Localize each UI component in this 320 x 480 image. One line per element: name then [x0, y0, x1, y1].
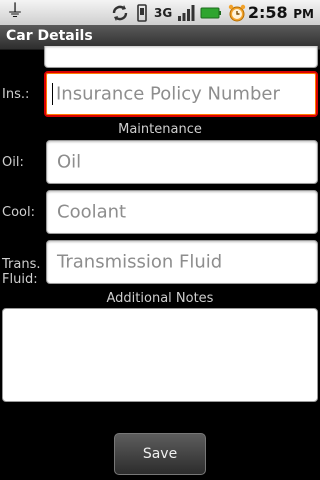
insurance-policy-input[interactable]: Insurance Policy Number	[44, 71, 318, 117]
transmission-label-line2: Fluid:	[2, 272, 38, 287]
save-button[interactable]: Save	[114, 433, 206, 475]
vibrate-icon	[137, 4, 147, 22]
usb-icon: ⏚	[6, 1, 24, 22]
text-cursor	[52, 83, 53, 105]
signal-icon	[178, 5, 195, 21]
coolant-placeholder: Coolant	[57, 201, 127, 223]
transmission-placeholder: Transmission Fluid	[57, 251, 223, 273]
additional-notes-textarea[interactable]	[2, 308, 318, 402]
status-icons: 3G	[110, 2, 247, 24]
coolant-input[interactable]: Coolant	[46, 190, 318, 234]
transmission-fluid-input[interactable]: Transmission Fluid	[46, 240, 318, 284]
coolant-label: Cool:	[2, 205, 35, 220]
alarm-clock-icon	[229, 4, 246, 22]
oil-label: Oil:	[2, 155, 24, 170]
oil-placeholder: Oil	[57, 151, 82, 173]
status-bar: ⏚ 3G 2:58 PM	[0, 0, 320, 25]
notes-heading: Additional Notes	[106, 291, 214, 306]
insurance-label: Ins.:	[2, 87, 30, 102]
previous-field[interactable]	[44, 46, 318, 68]
insurance-placeholder: Insurance Policy Number	[56, 83, 280, 105]
network-type-label: 3G	[154, 6, 173, 20]
maintenance-heading: Maintenance	[118, 122, 202, 137]
battery-icon	[200, 7, 222, 19]
oil-input[interactable]: Oil	[46, 140, 318, 184]
transmission-label-line1: Trans.	[2, 257, 41, 272]
sync-icon	[112, 5, 128, 21]
clock-suffix: PM	[293, 7, 314, 21]
page-title: Car Details	[6, 28, 93, 44]
clock-time: 2:58	[247, 3, 288, 22]
clock: 2:58 PM	[248, 3, 314, 22]
